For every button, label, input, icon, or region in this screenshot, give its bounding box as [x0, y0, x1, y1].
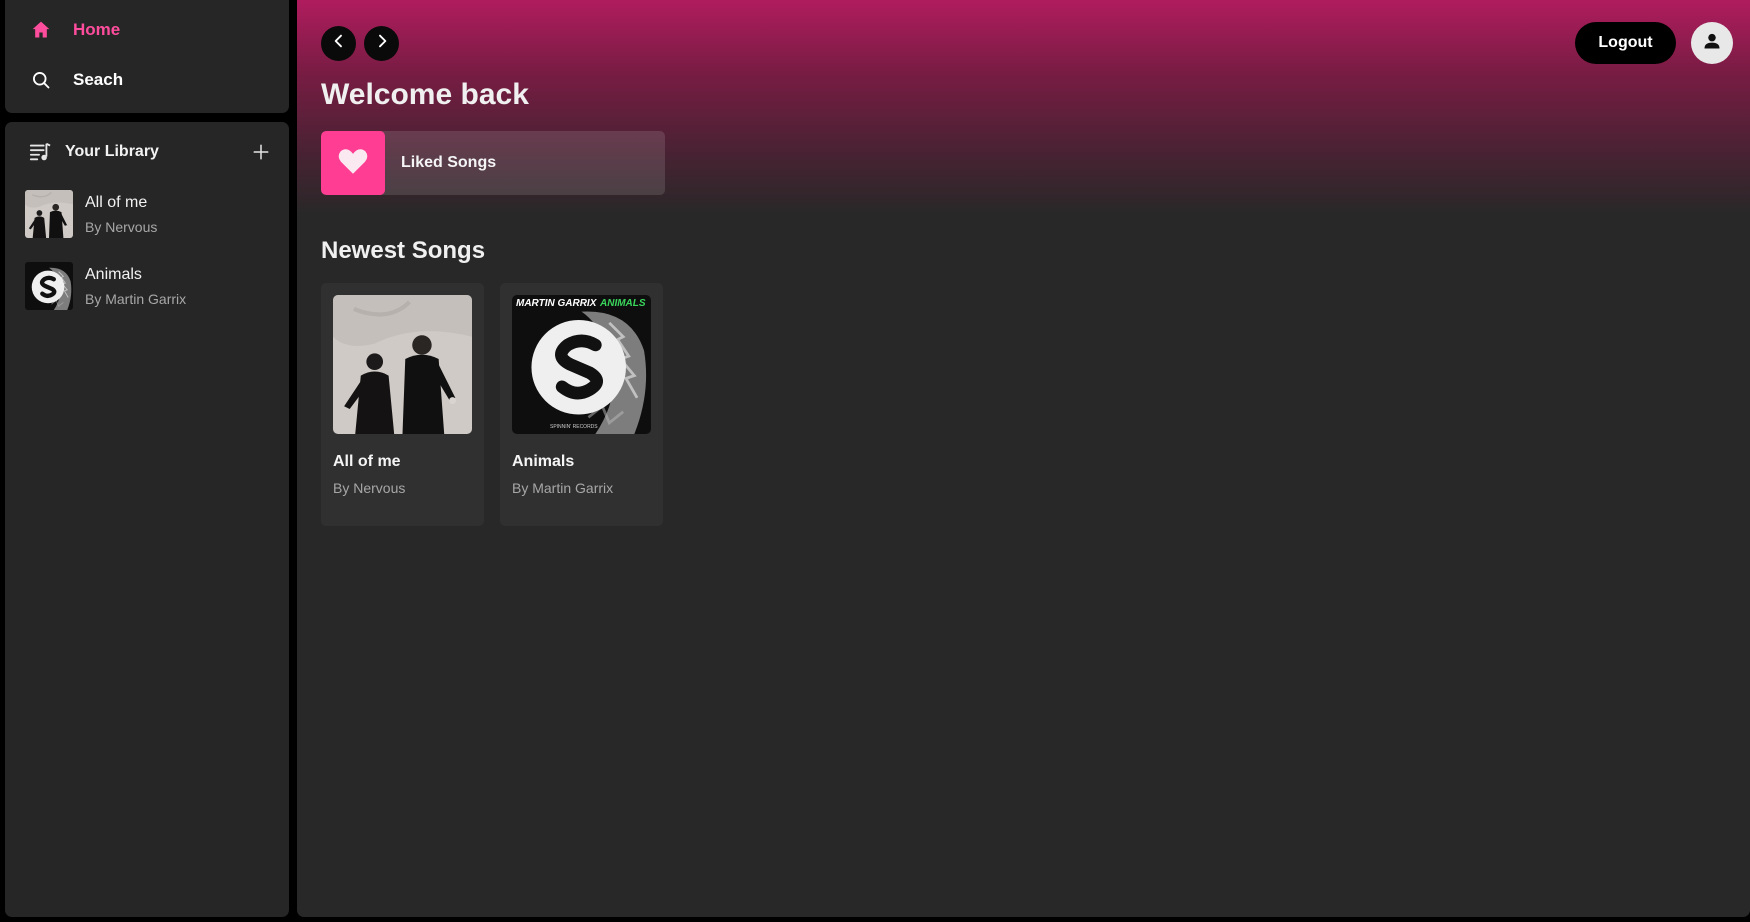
song-card-title: Animals	[512, 453, 575, 470]
plus-icon[interactable]	[247, 138, 275, 166]
logout-button[interactable]: Logout	[1575, 22, 1676, 64]
library-item-title: All of me	[85, 193, 148, 211]
forward-button[interactable]	[364, 26, 399, 61]
song-card-cover	[333, 295, 472, 434]
heart-icon	[336, 144, 370, 183]
library-item-artist: By Nervous	[85, 218, 158, 235]
sidebar-item-home[interactable]: Home	[25, 14, 120, 46]
sidebar-nav: Home Seach	[5, 0, 289, 113]
liked-songs-button[interactable]: Liked Songs	[321, 131, 665, 195]
song-card-cover: MARTIN GARRIX ANIMALS SPINNIN' RECORDS	[512, 295, 651, 434]
library-title[interactable]: Your Library	[65, 143, 247, 161]
sidebar-item-label: Home	[73, 20, 121, 39]
chevron-right-icon	[374, 33, 390, 54]
library-item-cover	[25, 262, 73, 310]
library-item-artist: By Martin Garrix	[85, 290, 187, 307]
song-card-artist: By Martin Garrix	[512, 480, 614, 496]
cover-label-text: SPINNIN' RECORDS	[550, 424, 598, 430]
song-card-artist: By Nervous	[333, 480, 406, 496]
cover-title-text: ANIMALS	[599, 298, 646, 309]
song-card-title: All of me	[333, 453, 401, 470]
sidebar-item-label: Seach	[73, 70, 124, 89]
song-card[interactable]: All of me By Nervous	[321, 283, 484, 526]
section-title: Newest Songs	[321, 237, 486, 264]
library-panel: Your Library All of me By Nervous Animal…	[5, 122, 289, 917]
home-icon	[25, 14, 57, 46]
search-icon	[25, 64, 57, 96]
page-title: Welcome back	[321, 78, 529, 111]
song-card[interactable]: MARTIN GARRIX ANIMALS SPINNIN' RECORDS A…	[500, 283, 663, 526]
liked-songs-label: Liked Songs	[401, 154, 497, 171]
user-icon	[1702, 31, 1722, 56]
library-header: Your Library	[25, 136, 275, 168]
library-item[interactable]: Animals By Martin Garrix	[25, 258, 275, 314]
back-button[interactable]	[321, 26, 356, 61]
main-content: Logout Welcome back Liked Songs Newest S…	[297, 0, 1750, 917]
liked-songs-tile	[321, 131, 385, 195]
library-item[interactable]: All of me By Nervous	[25, 186, 275, 242]
app-root: Home Seach Your Library All of me By Ner…	[0, 0, 1750, 922]
library-item-cover	[25, 190, 73, 238]
sidebar-item-search[interactable]: Seach	[25, 64, 123, 96]
cover-artist-text: MARTIN GARRIX	[516, 298, 598, 309]
library-icon	[25, 137, 55, 167]
chevron-left-icon	[331, 33, 347, 54]
avatar[interactable]	[1691, 22, 1733, 64]
library-item-title: Animals	[85, 265, 142, 283]
